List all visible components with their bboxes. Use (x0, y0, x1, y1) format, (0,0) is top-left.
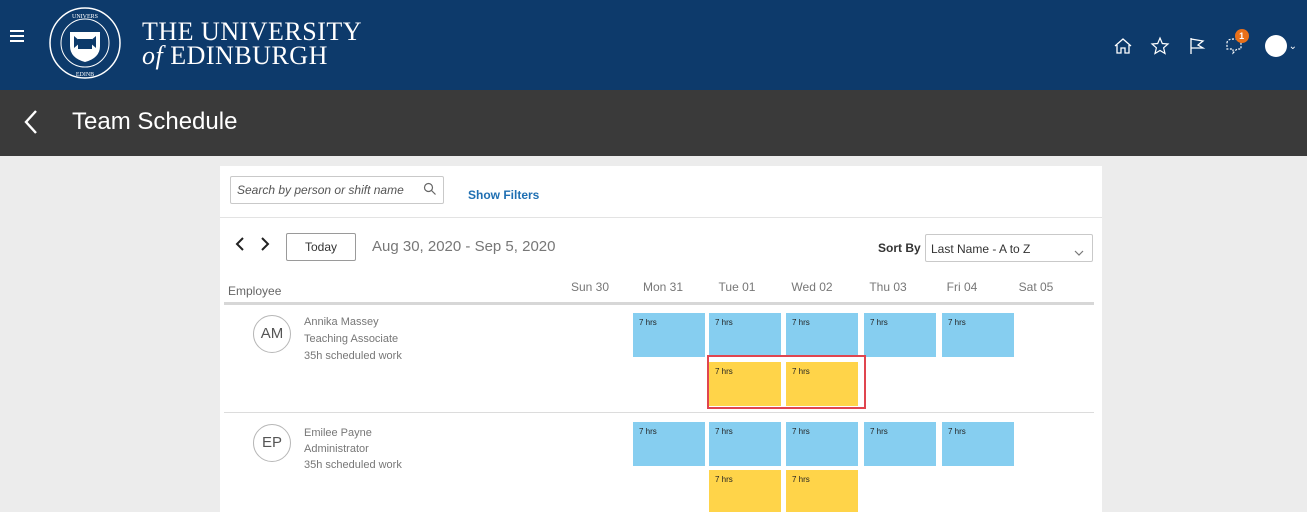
employee-role: Administrator (304, 443, 369, 455)
shift-block[interactable]: 7 hrs (709, 422, 781, 466)
star-icon[interactable] (1149, 35, 1171, 57)
shift-block[interactable]: 7 hrs (709, 313, 781, 357)
university-wordmark: THE UNIVERSITY of EDINBURGH (142, 19, 362, 70)
shift-block[interactable]: 7 hrs (633, 313, 705, 357)
svg-text:EDINB: EDINB (76, 72, 94, 78)
page-header: Team Schedule (0, 90, 1307, 156)
notifications-icon[interactable]: 1 (1223, 29, 1249, 57)
top-header: UNIVERS EDINB THE UNIVERSITY of EDINBURG… (0, 0, 1307, 90)
date-range: Aug 30, 2020 - Sep 5, 2020 (372, 238, 556, 255)
back-icon[interactable] (22, 108, 40, 141)
shift-block[interactable]: 7 hrs (786, 470, 858, 512)
shift-block[interactable]: 7 hrs (942, 313, 1014, 357)
notification-count-badge: 1 (1234, 29, 1249, 43)
show-filters-link[interactable]: Show Filters (468, 188, 539, 202)
day-header-mon: Mon 31 (642, 280, 684, 294)
employee-name[interactable]: Emilee Payne (304, 427, 372, 439)
day-header-tue: Tue 01 (718, 280, 756, 294)
avatar[interactable]: AM (253, 315, 291, 353)
chevron-down-icon (1074, 244, 1084, 262)
day-header-wed: Wed 02 (791, 280, 833, 294)
shift-block[interactable]: 7 hrs (633, 422, 705, 466)
menu-icon[interactable] (10, 30, 24, 44)
day-header-fri: Fri 04 (946, 280, 978, 294)
employee-scheduled-hours: 35h scheduled work (304, 459, 402, 471)
shift-block[interactable]: 7 hrs (709, 470, 781, 512)
sort-by-label: Sort By (878, 241, 921, 255)
shift-block[interactable]: 7 hrs (864, 313, 936, 357)
header-divider (224, 302, 1094, 305)
divider (220, 217, 1102, 218)
shift-block[interactable]: 7 hrs (864, 422, 936, 466)
day-header-sun: Sun 30 (570, 280, 610, 294)
day-header-sat: Sat 05 (1018, 280, 1054, 294)
shift-block[interactable]: 7 hrs (942, 422, 1014, 466)
employee-column-header: Employee (228, 284, 282, 298)
team-schedule-card: Search by person or shift name Show Filt… (220, 166, 1102, 512)
home-icon[interactable] (1112, 35, 1134, 57)
search-icon[interactable] (423, 182, 437, 201)
chevron-down-icon[interactable]: ⌄ (1289, 41, 1297, 52)
employee-role: Teaching Associate (304, 333, 399, 345)
flag-icon[interactable] (1186, 35, 1208, 57)
brand-line-2: EDINBURGH (170, 41, 328, 70)
search-placeholder: Search by person or shift name (237, 183, 404, 197)
day-header-thu: Thu 03 (869, 280, 907, 294)
employee-name[interactable]: Annika Massey (304, 316, 379, 328)
selection-highlight (707, 355, 866, 409)
brand-of: of (142, 41, 164, 70)
user-avatar[interactable] (1264, 35, 1287, 57)
header-actions: 1 ⌄ (1097, 29, 1297, 58)
shift-block[interactable]: 7 hrs (786, 422, 858, 466)
page-title: Team Schedule (72, 108, 238, 135)
today-button[interactable]: Today (286, 233, 356, 261)
shift-block[interactable]: 7 hrs (786, 313, 858, 357)
sort-select[interactable]: Last Name - A to Z (925, 234, 1093, 262)
previous-week-icon[interactable] (234, 236, 246, 257)
university-crest-logo: UNIVERS EDINB (48, 6, 122, 80)
row-divider (224, 412, 1094, 413)
svg-text:UNIVERS: UNIVERS (72, 14, 98, 20)
avatar[interactable]: EP (253, 424, 291, 462)
next-week-icon[interactable] (259, 236, 271, 257)
sort-value: Last Name - A to Z (931, 242, 1031, 256)
employee-scheduled-hours: 35h scheduled work (304, 350, 402, 362)
search-input[interactable]: Search by person or shift name (230, 176, 444, 204)
